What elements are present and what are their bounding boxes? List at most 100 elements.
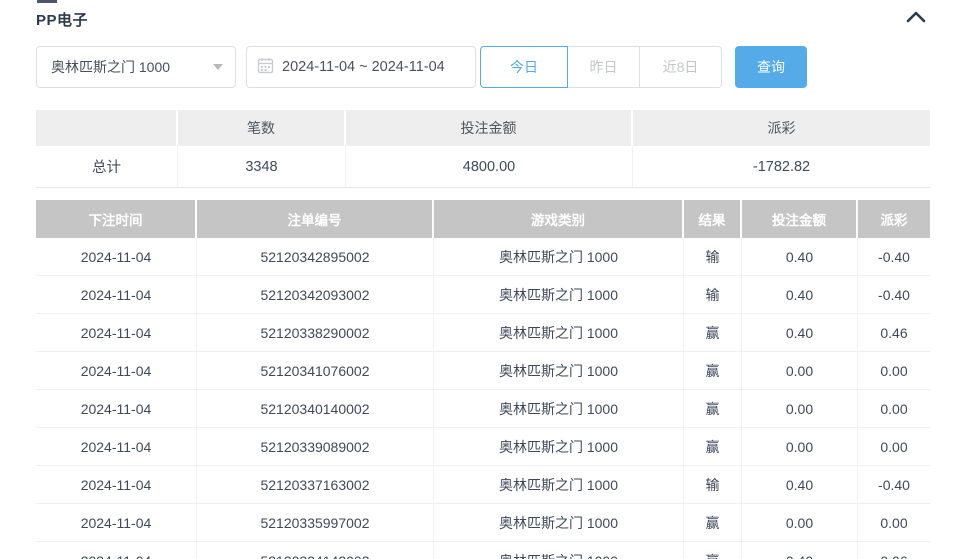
- summary-total-row: 总计 3348 4800.00 -1782.82: [36, 146, 930, 188]
- collapse-section-button[interactable]: [902, 8, 930, 30]
- summary-header-empty: [36, 110, 178, 146]
- cell-bet-amount: 0.40: [742, 466, 858, 503]
- cell-bet-number: 52120342895002: [197, 238, 434, 275]
- cell-result: 输: [684, 466, 742, 503]
- table-row: 2024-11-04 52120338290002 奥林匹斯之门 1000 赢 …: [36, 314, 930, 352]
- summary-total-label: 总计: [36, 146, 178, 187]
- cell-game-category: 奥林匹斯之门 1000: [434, 314, 684, 351]
- bets-table-header: 下注时间 注单编号 游戏类别 结果 投注金额 派彩: [36, 200, 930, 238]
- table-row: 2024-11-04 52120341076002 奥林匹斯之门 1000 赢 …: [36, 352, 930, 390]
- col-header-payout: 派彩: [858, 200, 930, 238]
- chevron-down-icon: [213, 64, 223, 70]
- cell-game-category: 奥林匹斯之门 1000: [434, 238, 684, 275]
- cell-bet-amount: 0.40: [742, 238, 858, 275]
- today-button[interactable]: 今日: [480, 46, 568, 88]
- table-row: 2024-11-04 52120340140002 奥林匹斯之门 1000 赢 …: [36, 390, 930, 428]
- pp-games-report-panel: PP电子 奥林匹斯之门 1000 2024-11-04 ~ 2024-11-04…: [0, 0, 966, 559]
- query-button[interactable]: 查询: [735, 46, 807, 88]
- cutoff-element-above: [37, 0, 57, 3]
- cell-bet-number: 52120341076002: [197, 352, 434, 389]
- col-header-bet-time: 下注时间: [36, 200, 197, 238]
- cell-result: 赢: [684, 390, 742, 427]
- cell-bet-amount: 0.00: [742, 352, 858, 389]
- cell-payout: 0.00: [858, 504, 930, 541]
- cell-payout: 0.00: [858, 428, 930, 465]
- cell-bet-time: 2024-11-04: [36, 352, 197, 389]
- cell-game-category: 奥林匹斯之门 1000: [434, 390, 684, 427]
- cell-bet-number: 52120340140002: [197, 390, 434, 427]
- cell-bet-time: 2024-11-04: [36, 504, 197, 541]
- bets-table-body: 2024-11-04 52120342895002 奥林匹斯之门 1000 输 …: [36, 238, 930, 559]
- cell-payout: 0.06: [858, 542, 930, 559]
- cell-result: 赢: [684, 504, 742, 541]
- summary-header-payout: 派彩: [633, 110, 930, 146]
- date-range-input[interactable]: 2024-11-04 ~ 2024-11-04: [246, 46, 476, 88]
- date-range-value: 2024-11-04 ~ 2024-11-04: [282, 59, 445, 75]
- col-header-bet-number: 注单编号: [197, 200, 434, 238]
- cell-bet-time: 2024-11-04: [36, 542, 197, 559]
- cell-payout: 0.46: [858, 314, 930, 351]
- cell-bet-time: 2024-11-04: [36, 428, 197, 465]
- table-row: 2024-11-04 52120342093002 奥林匹斯之门 1000 输 …: [36, 276, 930, 314]
- cell-game-category: 奥林匹斯之门 1000: [434, 542, 684, 559]
- cell-bet-number: 52120339089002: [197, 428, 434, 465]
- yesterday-button[interactable]: 昨日: [568, 46, 640, 88]
- cell-payout: -0.40: [858, 466, 930, 503]
- cell-payout: 0.00: [858, 352, 930, 389]
- chevron-up-icon: [906, 10, 926, 28]
- table-row: 2024-11-04 52120337163002 奥林匹斯之门 1000 输 …: [36, 466, 930, 504]
- cell-bet-number: 52120342093002: [197, 276, 434, 313]
- calendar-icon: [257, 57, 282, 78]
- cell-result: 输: [684, 238, 742, 275]
- table-row: 2024-11-04 52120342895002 奥林匹斯之门 1000 输 …: [36, 238, 930, 276]
- cell-bet-amount: 0.40: [742, 542, 858, 559]
- col-header-game-category: 游戏类别: [434, 200, 684, 238]
- col-header-result: 结果: [684, 200, 742, 238]
- summary-header-row: 笔数 投注金额 派彩: [36, 110, 930, 146]
- cell-bet-time: 2024-11-04: [36, 466, 197, 503]
- table-row: 2024-11-04 52120335997002 奥林匹斯之门 1000 赢 …: [36, 504, 930, 542]
- last-8-days-button[interactable]: 近8日: [640, 46, 722, 88]
- cell-game-category: 奥林匹斯之门 1000: [434, 428, 684, 465]
- cell-payout: 0.00: [858, 390, 930, 427]
- cell-game-category: 奥林匹斯之门 1000: [434, 504, 684, 541]
- table-row: 2024-11-04 52120334142002 奥林匹斯之门 1000 赢 …: [36, 542, 930, 559]
- cell-bet-amount: 0.00: [742, 428, 858, 465]
- cell-game-category: 奥林匹斯之门 1000: [434, 352, 684, 389]
- cell-bet-number: 52120338290002: [197, 314, 434, 351]
- cell-bet-amount: 0.00: [742, 390, 858, 427]
- section-title: PP电子: [36, 11, 89, 29]
- cell-bet-time: 2024-11-04: [36, 238, 197, 275]
- filter-controls: 奥林匹斯之门 1000 2024-11-04 ~ 2024-11-04 今日 昨…: [36, 46, 807, 88]
- cell-bet-number: 52120334142002: [197, 542, 434, 559]
- summary-header-count: 笔数: [178, 110, 346, 146]
- summary-table: 笔数 投注金额 派彩 总计 3348 4800.00 -1782.82: [36, 110, 930, 188]
- cell-bet-amount: 0.00: [742, 504, 858, 541]
- game-type-select[interactable]: 奥林匹斯之门 1000: [36, 46, 236, 88]
- col-header-bet-amount: 投注金额: [742, 200, 858, 238]
- cell-bet-number: 52120335997002: [197, 504, 434, 541]
- cell-bet-time: 2024-11-04: [36, 314, 197, 351]
- table-row: 2024-11-04 52120339089002 奥林匹斯之门 1000 赢 …: [36, 428, 930, 466]
- cell-game-category: 奥林匹斯之门 1000: [434, 466, 684, 503]
- summary-total-bet-amount: 4800.00: [346, 146, 633, 187]
- game-type-select-value: 奥林匹斯之门 1000: [51, 59, 171, 75]
- cell-result: 赢: [684, 352, 742, 389]
- cell-result: 赢: [684, 428, 742, 465]
- cell-bet-number: 52120337163002: [197, 466, 434, 503]
- cell-bet-time: 2024-11-04: [36, 276, 197, 313]
- quick-date-button-group: 今日 昨日 近8日: [480, 46, 722, 88]
- cell-bet-amount: 0.40: [742, 276, 858, 313]
- cell-game-category: 奥林匹斯之门 1000: [434, 276, 684, 313]
- summary-total-count: 3348: [178, 146, 346, 187]
- cell-payout: -0.40: [858, 238, 930, 275]
- cell-bet-time: 2024-11-04: [36, 390, 197, 427]
- cell-result: 赢: [684, 314, 742, 351]
- section-header: PP电子: [36, 7, 930, 31]
- cell-payout: -0.40: [858, 276, 930, 313]
- cell-result: 输: [684, 276, 742, 313]
- summary-total-payout: -1782.82: [633, 146, 930, 187]
- bets-table: 下注时间 注单编号 游戏类别 结果 投注金额 派彩 2024-11-04 521…: [36, 200, 930, 559]
- summary-header-bet-amount: 投注金额: [346, 110, 633, 146]
- cell-bet-amount: 0.40: [742, 314, 858, 351]
